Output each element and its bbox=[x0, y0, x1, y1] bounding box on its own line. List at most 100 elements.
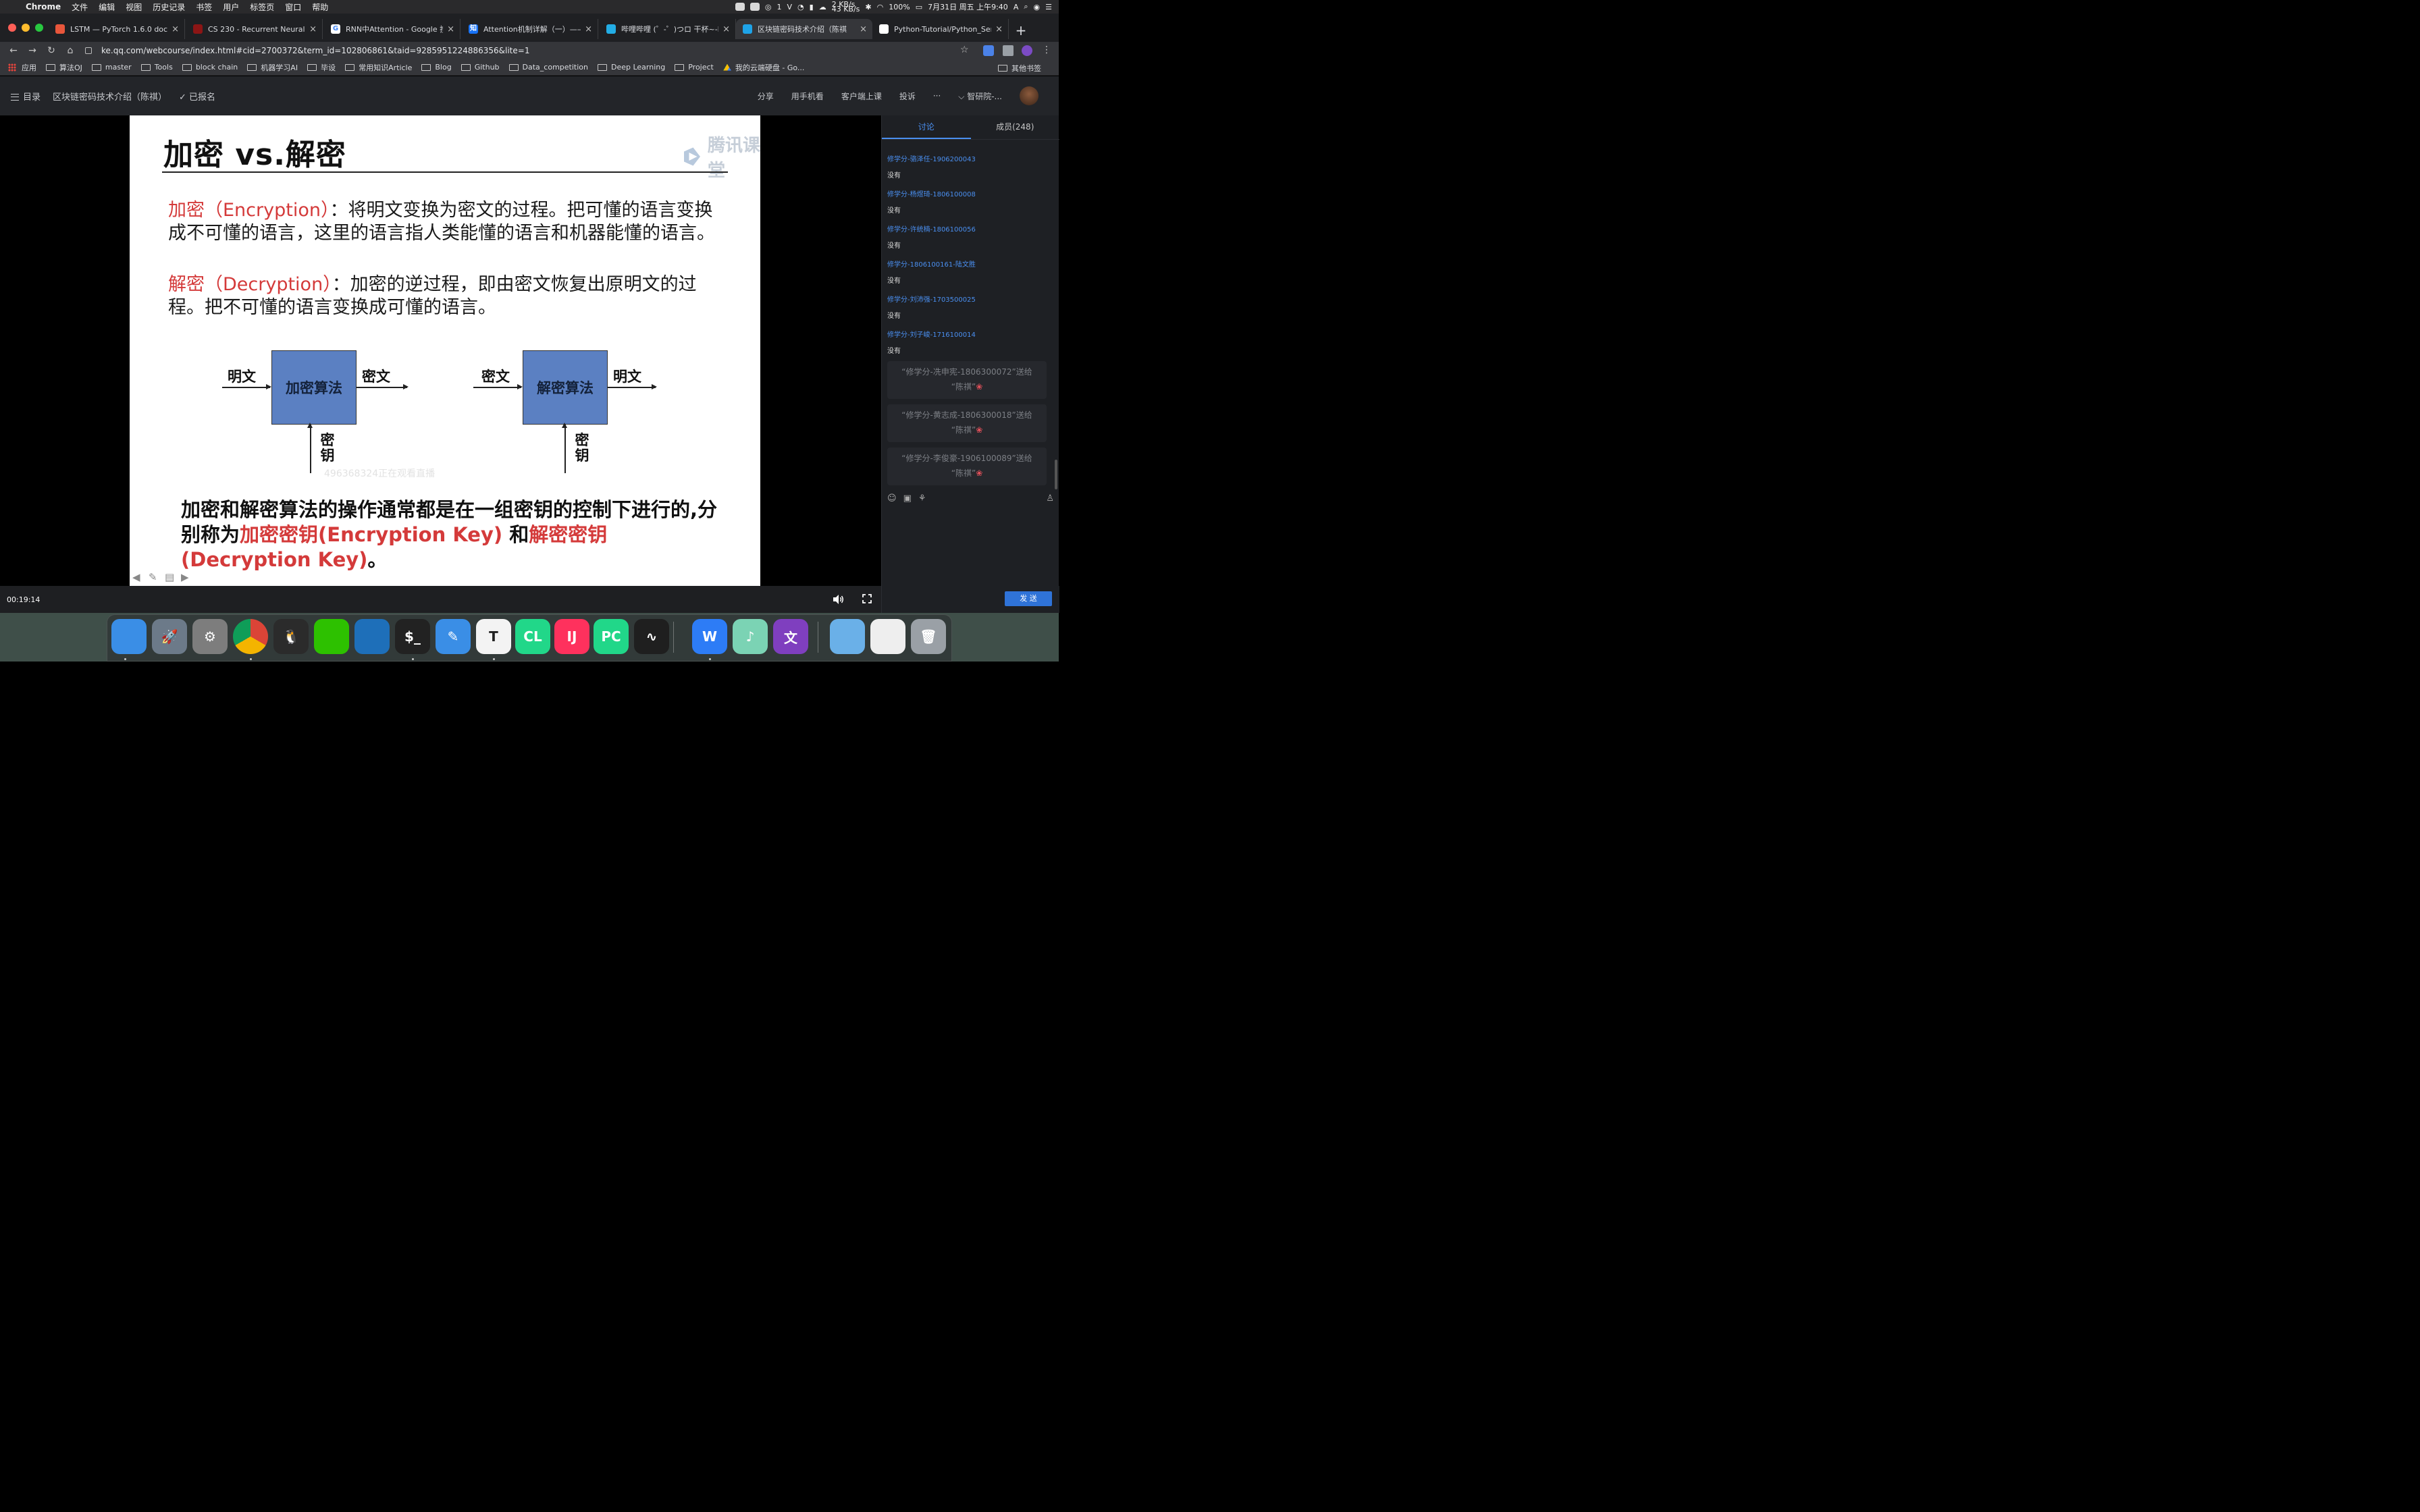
report-button[interactable]: 投诉 bbox=[899, 90, 916, 102]
clock[interactable]: 7月31日 周五 上午9:40 bbox=[928, 1, 1008, 12]
tab-2[interactable]: G RNN中Attention - Google 搜索 × bbox=[324, 19, 461, 39]
reload-icon[interactable]: ↻ bbox=[42, 45, 61, 56]
menu-view[interactable]: 视图 bbox=[120, 1, 147, 13]
menu-help[interactable]: 帮助 bbox=[307, 1, 334, 13]
chrome-icon[interactable] bbox=[233, 619, 268, 654]
memory-icon[interactable]: ▮ bbox=[810, 3, 814, 11]
tab-1[interactable]: CS 230 - Recurrent Neural Ne × bbox=[186, 19, 323, 39]
tab-close-icon[interactable]: × bbox=[172, 24, 179, 34]
prev-slide-icon[interactable]: ◀ bbox=[132, 572, 144, 583]
vscode-icon[interactable] bbox=[354, 619, 390, 654]
tab-close-icon[interactable]: × bbox=[722, 24, 730, 34]
translate-extension-icon[interactable] bbox=[983, 45, 994, 56]
wechat-status-icon[interactable]: ◎ bbox=[765, 3, 772, 11]
fullscreen-icon[interactable] bbox=[862, 594, 872, 603]
tab-close-icon[interactable]: × bbox=[309, 24, 317, 34]
bookmark-drive[interactable]: 我的云端硬盘 - Go... bbox=[722, 62, 804, 73]
wechat-icon[interactable] bbox=[314, 619, 349, 654]
tab-5[interactable]: 区块链密码技术介绍（陈祺 × bbox=[736, 19, 872, 39]
activity-monitor-icon[interactable]: ∿ bbox=[634, 619, 669, 654]
bookmark-folder[interactable]: 机器学习AI bbox=[247, 62, 298, 73]
tab-close-icon[interactable]: × bbox=[585, 24, 592, 34]
home-icon[interactable]: ⌂ bbox=[61, 45, 80, 56]
translator-icon[interactable]: 文 bbox=[773, 619, 808, 654]
spotlight-icon[interactable]: ⌕ bbox=[1024, 2, 1028, 11]
document-preview-icon[interactable] bbox=[870, 619, 905, 654]
menu-tab[interactable]: 标签页 bbox=[244, 1, 280, 13]
siri-icon[interactable]: ◉ bbox=[1034, 3, 1041, 11]
image-icon[interactable]: ▣ bbox=[903, 493, 912, 504]
bookmark-folder[interactable]: Blog bbox=[421, 62, 452, 73]
notes-icon[interactable]: ✎ bbox=[436, 619, 471, 654]
chat-scrollbar[interactable] bbox=[1055, 460, 1057, 489]
system-preferences-icon[interactable]: ⚙ bbox=[192, 619, 228, 654]
wps-status-icon[interactable] bbox=[735, 3, 745, 11]
close-window-button[interactable] bbox=[8, 24, 16, 32]
clion-icon[interactable]: CL bbox=[515, 619, 550, 654]
wifi-icon[interactable]: ◠ bbox=[877, 3, 884, 11]
tab-close-icon[interactable]: × bbox=[447, 24, 454, 34]
chat-sender[interactable]: 修学分-刘沛强-1703500025 bbox=[887, 294, 1049, 304]
bookmark-other[interactable]: 其他书签 bbox=[998, 63, 1041, 74]
pycharm-icon[interactable]: PC bbox=[594, 619, 629, 654]
url-text[interactable]: ke.qq.com/webcourse/index.html#cid=27003… bbox=[101, 46, 529, 55]
chat-sender[interactable]: 修学分-杨煜琦-1806100008 bbox=[887, 188, 1049, 198]
folder-icon[interactable] bbox=[830, 619, 865, 654]
new-tab-button[interactable]: + bbox=[1013, 23, 1029, 39]
bookmark-apps[interactable]: 应用 bbox=[8, 62, 36, 73]
music-icon[interactable]: ♪ bbox=[733, 619, 768, 654]
notification-center-icon[interactable]: ☰ bbox=[1045, 3, 1052, 11]
battery-icon[interactable]: ▭ bbox=[916, 3, 922, 11]
tab-0[interactable]: LSTM — PyTorch 1.6.0 docum × bbox=[49, 19, 185, 39]
tab-3[interactable]: 知 Attention机制详解（一）——S × bbox=[462, 19, 598, 39]
flower-icon[interactable]: ⚘ bbox=[918, 493, 926, 504]
tab-close-icon[interactable]: × bbox=[995, 24, 1003, 34]
bookmark-folder[interactable]: Deep Learning bbox=[597, 62, 665, 73]
zoom-window-button[interactable] bbox=[35, 24, 43, 32]
bookmark-folder[interactable]: Github bbox=[461, 62, 500, 73]
minimize-window-button[interactable] bbox=[22, 24, 30, 32]
video-player[interactable]: 加密 vs.解密 腾讯课堂 加密（Encryption）：将明文变换为密文的过程… bbox=[0, 115, 881, 613]
volume-icon[interactable] bbox=[831, 593, 845, 606]
tab-members[interactable]: 成员(248) bbox=[971, 115, 1060, 139]
next-slide-icon[interactable]: ▶ bbox=[181, 572, 193, 583]
menu-window[interactable]: 窗口 bbox=[280, 1, 307, 13]
lock-icon[interactable] bbox=[85, 47, 92, 54]
qq-status-icon[interactable]: ☁ bbox=[819, 3, 826, 11]
qq-icon[interactable]: 🐧 bbox=[273, 619, 309, 654]
finder-icon[interactable] bbox=[111, 619, 147, 654]
client-class-button[interactable]: 客户端上课 bbox=[841, 90, 882, 102]
tab-6[interactable]: Python-Tutorial/Python_Senio × bbox=[872, 19, 1009, 39]
mobile-watch-button[interactable]: 用手机看 bbox=[791, 90, 824, 102]
bookmark-folder[interactable]: 毕设 bbox=[307, 62, 336, 73]
bookmark-folder[interactable]: block chain bbox=[182, 62, 238, 73]
profile-avatar[interactable] bbox=[1022, 45, 1032, 56]
notes-icon[interactable]: ▤ bbox=[165, 572, 177, 583]
menu-bookmarks[interactable]: 书签 bbox=[190, 1, 217, 13]
bookmark-folder[interactable]: 算法OJ bbox=[46, 62, 82, 73]
tab-4[interactable]: 哔哩哔哩 (゜-゜)つロ 干杯~-bi × bbox=[600, 19, 736, 39]
cpu-monitor-icon[interactable]: ◔ bbox=[797, 3, 804, 11]
menu-people[interactable]: 用户 bbox=[217, 1, 244, 13]
more-button[interactable]: ··· bbox=[933, 91, 941, 101]
emoji-icon[interactable]: ☺ bbox=[887, 493, 897, 504]
user-menu[interactable]: ⌵ 智研院-... bbox=[958, 90, 1002, 102]
menu-file[interactable]: 文件 bbox=[66, 1, 93, 13]
typora-icon[interactable]: T bbox=[476, 619, 511, 654]
launchpad-icon[interactable]: 🚀 bbox=[152, 619, 187, 654]
menu-edit[interactable]: 编辑 bbox=[93, 1, 120, 13]
tab-discussion[interactable]: 讨论 bbox=[882, 115, 971, 139]
chat-sender[interactable]: 修学分-刘子峻-1716100014 bbox=[887, 329, 1049, 339]
bookmark-star-icon[interactable]: ☆ bbox=[960, 45, 969, 55]
menu-history[interactable]: 历史记录 bbox=[147, 1, 190, 13]
bookmark-folder[interactable]: Data_competition bbox=[508, 62, 588, 73]
extensions-icon[interactable] bbox=[1003, 45, 1014, 56]
trash-icon[interactable]: 🗑 bbox=[911, 619, 946, 654]
terminal-icon[interactable]: $_ bbox=[395, 619, 430, 654]
forward-icon[interactable]: → bbox=[23, 45, 42, 56]
bookmark-folder[interactable]: 常用知识Article bbox=[345, 62, 412, 73]
back-icon[interactable]: ← bbox=[4, 45, 23, 56]
chat-sender[interactable]: 修学分-骆泽任-1906200043 bbox=[887, 153, 1049, 163]
share-button[interactable]: 分享 bbox=[758, 90, 774, 102]
cloud-icon[interactable] bbox=[749, 3, 760, 11]
